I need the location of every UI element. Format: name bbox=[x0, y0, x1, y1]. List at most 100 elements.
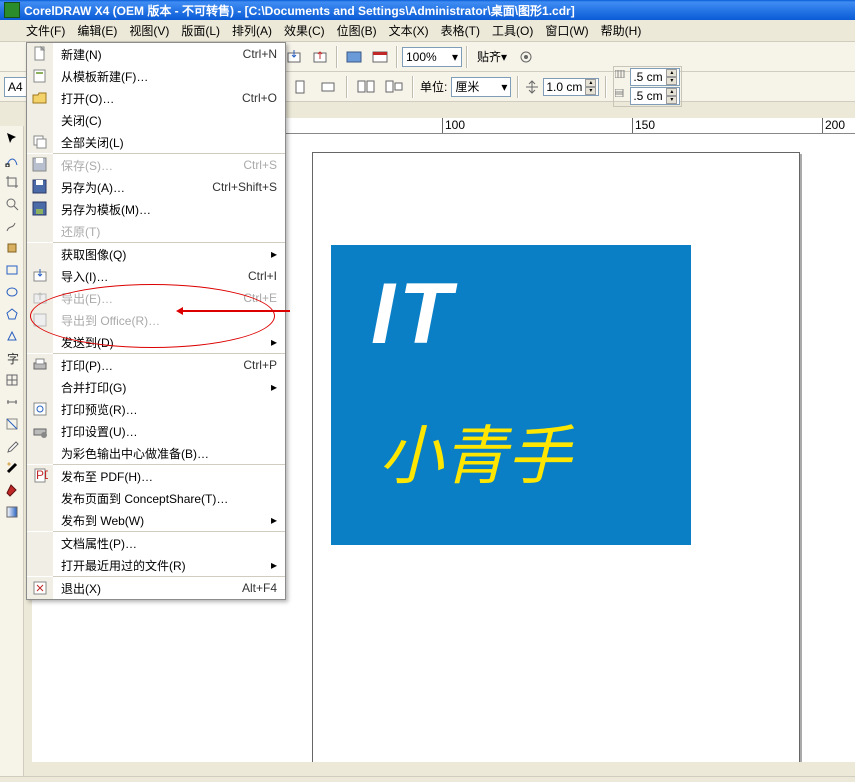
table-tool[interactable] bbox=[2, 370, 22, 390]
shape-tool[interactable] bbox=[2, 150, 22, 170]
menu-item-label: 发送到(D) bbox=[53, 334, 271, 351]
menu-item: 还原(T) bbox=[27, 220, 285, 242]
menu-item-11[interactable]: 帮助(H) bbox=[595, 20, 648, 41]
submenu-arrow-icon: ▸ bbox=[271, 513, 285, 527]
nudge-input[interactable]: 1.0 cm ▴▾ bbox=[543, 78, 599, 96]
menu-item-0[interactable]: 文件(F) bbox=[20, 20, 71, 41]
menu-item[interactable]: 获取图像(Q)▸ bbox=[27, 243, 285, 265]
zoom-combo[interactable]: 100% ▾ bbox=[402, 47, 462, 67]
menu-item[interactable]: 发送到(D)▸ bbox=[27, 331, 285, 353]
welcome-button[interactable] bbox=[368, 45, 392, 69]
crop-tool[interactable] bbox=[2, 172, 22, 192]
menu-item[interactable]: 发布到 Web(W)▸ bbox=[27, 509, 285, 531]
menu-item-label: 发布页面到 ConceptShare(T)… bbox=[53, 490, 285, 507]
menu-item[interactable]: 为彩色输出中心做准备(B)… bbox=[27, 442, 285, 464]
menu-item-7[interactable]: 文本(X) bbox=[383, 20, 435, 41]
submenu-arrow-icon: ▸ bbox=[271, 380, 285, 394]
menu-item[interactable]: 打开最近用过的文件(R)▸ bbox=[27, 554, 285, 576]
chevron-down-icon: ▾ bbox=[501, 80, 507, 94]
menu-item[interactable]: PDF发布至 PDF(H)… bbox=[27, 465, 285, 487]
artwork-rectangle[interactable]: IT 小青手 bbox=[331, 245, 691, 545]
menu-item[interactable]: 发布页面到 ConceptShare(T)… bbox=[27, 487, 285, 509]
menu-item[interactable]: 文档属性(P)… bbox=[27, 532, 285, 554]
ruler-tick: 200 bbox=[822, 118, 845, 134]
ellipse-tool[interactable] bbox=[2, 282, 22, 302]
menu-item[interactable]: 打印预览(R)… bbox=[27, 398, 285, 420]
menu-item-3[interactable]: 版面(L) bbox=[175, 20, 226, 41]
blank-icon bbox=[27, 376, 53, 398]
menu-item-6[interactable]: 位图(B) bbox=[331, 20, 383, 41]
eyedropper-tool[interactable] bbox=[2, 436, 22, 456]
menu-item-label: 从模板新建(F)… bbox=[53, 68, 285, 85]
zoom-value: 100% bbox=[406, 50, 437, 64]
menu-item-label: 保存(S)… bbox=[53, 157, 243, 174]
menu-item-label: 另存为模板(M)… bbox=[53, 201, 285, 218]
snap-button[interactable]: 贴齐 ▾ bbox=[472, 45, 512, 69]
blank-icon bbox=[27, 554, 53, 576]
menu-item-shortcut: Alt+F4 bbox=[242, 581, 285, 595]
menu-item-5[interactable]: 效果(C) bbox=[278, 20, 331, 41]
menu-item[interactable]: 退出(X)Alt+F4 bbox=[27, 577, 285, 599]
menu-item-8[interactable]: 表格(T) bbox=[435, 20, 486, 41]
nudge-icon bbox=[525, 80, 539, 94]
text-tool[interactable]: 字 bbox=[2, 348, 22, 368]
interactive-tool[interactable] bbox=[2, 414, 22, 434]
basic-shapes-tool[interactable] bbox=[2, 326, 22, 346]
spinner[interactable]: ▴▾ bbox=[585, 79, 596, 95]
menu-item-2[interactable]: 视图(V) bbox=[123, 20, 175, 41]
menu-item-label: 合并打印(G) bbox=[53, 379, 271, 396]
smart-fill-tool[interactable] bbox=[2, 238, 22, 258]
menu-item-1[interactable]: 编辑(E) bbox=[71, 20, 123, 41]
app-launcher-button[interactable] bbox=[342, 45, 366, 69]
menu-item-4[interactable]: 排列(A) bbox=[226, 20, 278, 41]
dimension-tool[interactable] bbox=[2, 392, 22, 412]
fill-tool[interactable] bbox=[2, 480, 22, 500]
menu-item[interactable]: 打开(O)…Ctrl+O bbox=[27, 87, 285, 109]
artwork-text-script[interactable]: 小青手 bbox=[379, 405, 571, 497]
menu-item[interactable]: 全部关闭(L) bbox=[27, 131, 285, 153]
menu-item[interactable]: 从模板新建(F)… bbox=[27, 65, 285, 87]
outline-tool[interactable] bbox=[2, 458, 22, 478]
portrait-button[interactable] bbox=[288, 75, 312, 99]
tpl-icon bbox=[27, 65, 53, 87]
options-button[interactable] bbox=[514, 45, 538, 69]
menu-item[interactable]: 新建(N)Ctrl+N bbox=[27, 43, 285, 65]
menu-item: 保存(S)…Ctrl+S bbox=[27, 154, 285, 176]
menu-item-9[interactable]: 工具(O) bbox=[486, 20, 539, 41]
blank-icon bbox=[27, 487, 53, 509]
dup-x-input[interactable]: .5 cm▴▾ bbox=[630, 68, 680, 86]
export-button[interactable] bbox=[308, 45, 332, 69]
dup-y-icon bbox=[615, 89, 629, 103]
menu-item[interactable]: 另存为(A)…Ctrl+Shift+S bbox=[27, 176, 285, 198]
rectangle-tool[interactable] bbox=[2, 260, 22, 280]
submenu-arrow-icon: ▸ bbox=[271, 335, 285, 349]
menu-item[interactable]: 打印设置(U)… bbox=[27, 420, 285, 442]
menu-item-10[interactable]: 窗口(W) bbox=[539, 20, 594, 41]
menu-item-label: 为彩色输出中心做准备(B)… bbox=[53, 445, 285, 462]
landscape-button[interactable] bbox=[316, 75, 340, 99]
all-pages-button[interactable] bbox=[354, 75, 378, 99]
paper-size-value: A4 bbox=[8, 80, 23, 94]
new-icon bbox=[27, 43, 53, 65]
dup-x-icon bbox=[615, 70, 629, 84]
menu-item[interactable]: 合并打印(G)▸ bbox=[27, 376, 285, 398]
interactive-fill-tool[interactable] bbox=[2, 502, 22, 522]
blank-icon bbox=[27, 442, 53, 464]
menu-item-shortcut: Ctrl+O bbox=[242, 91, 285, 105]
menu-item[interactable]: 打印(P)…Ctrl+P bbox=[27, 354, 285, 376]
duplicate-distance-group: .5 cm▴▾ .5 cm▴▾ bbox=[613, 66, 682, 107]
unit-combo[interactable]: 厘米 ▾ bbox=[451, 77, 511, 97]
current-page-button[interactable] bbox=[382, 75, 406, 99]
pick-tool[interactable] bbox=[2, 128, 22, 148]
dup-y-input[interactable]: .5 cm▴▾ bbox=[630, 87, 680, 105]
menu-item[interactable]: 另存为模板(M)… bbox=[27, 198, 285, 220]
zoom-tool[interactable] bbox=[2, 194, 22, 214]
menu-item-shortcut: Ctrl+I bbox=[248, 269, 285, 283]
blank-icon bbox=[27, 109, 53, 131]
menu-item[interactable]: 关闭(C) bbox=[27, 109, 285, 131]
freehand-tool[interactable] bbox=[2, 216, 22, 236]
menu-item[interactable]: 导入(I)…Ctrl+I bbox=[27, 265, 285, 287]
artwork-text-it[interactable]: IT bbox=[371, 265, 455, 364]
polygon-tool[interactable] bbox=[2, 304, 22, 324]
saveas-icon bbox=[27, 176, 53, 198]
